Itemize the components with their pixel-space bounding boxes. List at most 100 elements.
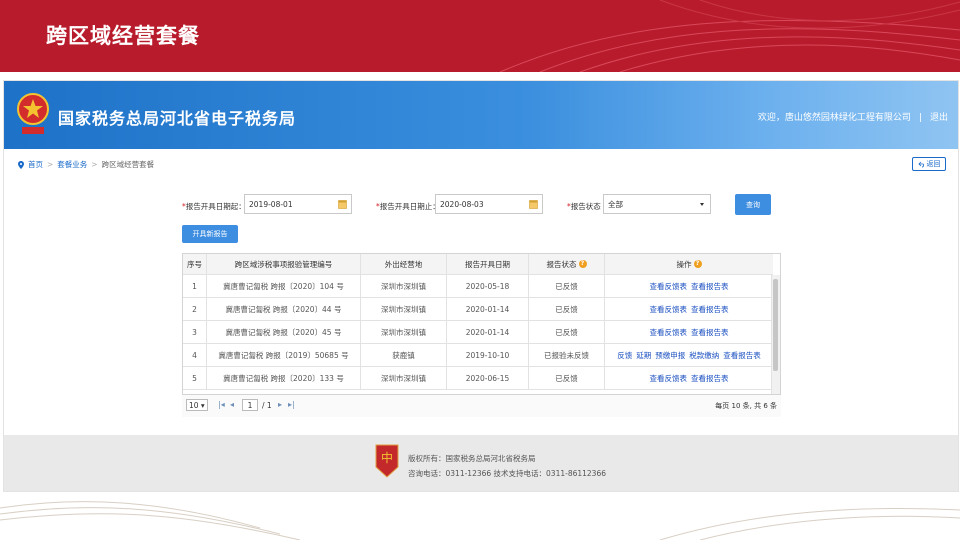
cell-status: 已反馈	[529, 321, 605, 343]
calendar-icon[interactable]	[338, 199, 347, 209]
feedback-link[interactable]: 反馈	[617, 350, 632, 361]
tax-payment-link[interactable]: 税款缴纳	[689, 350, 719, 361]
end-date-value: 2020-08-03	[440, 199, 484, 209]
cell-status: 已报验未反馈	[529, 344, 605, 366]
cell-date: 2020-01-14	[447, 298, 529, 320]
view-report-link[interactable]: 查看报告表	[691, 327, 729, 338]
query-button[interactable]: 查询	[735, 194, 771, 215]
view-feedback-link[interactable]: 查看反馈表	[650, 304, 688, 315]
cell-place: 深圳市深圳镇	[361, 298, 447, 320]
cell-status: 已反馈	[529, 275, 605, 297]
help-icon[interactable]: ?	[693, 260, 702, 268]
breadcrumb-package-business[interactable]: 套餐业务	[57, 159, 87, 170]
tax-emblem-icon	[17, 93, 49, 134]
view-feedback-link[interactable]: 查看反馈表	[650, 281, 688, 292]
report-table: 序号 跨区域涉税事项报验管理编号 外出经营地 报告开具日期 报告状态? 操作? …	[182, 253, 781, 416]
badge-logo-icon: 中	[375, 444, 399, 478]
first-page-icon[interactable]: |◂	[218, 400, 225, 409]
col-header-no: 序号	[183, 254, 207, 274]
new-report-button[interactable]: 开具新报告	[182, 225, 238, 243]
prepay-declare-link[interactable]: 预缴申报	[655, 350, 685, 361]
col-header-status: 报告状态?	[529, 254, 605, 274]
welcome-text: 欢迎，唐山悠然园林绿化工程有限公司	[757, 113, 911, 123]
welcome-separator: |	[918, 113, 922, 123]
scrollbar-thumb[interactable]	[773, 279, 778, 371]
view-report-link[interactable]: 查看报告表	[723, 350, 761, 361]
pagination-bar: 10 ▾ |◂ ◂ 1 / 1 ▸ ▸| 每页 10 条, 共 6 条	[182, 394, 781, 417]
cell-actions: 反馈 延期 预缴申报 税款缴纳 查看报告表	[605, 344, 773, 366]
site-title: 国家税务总局河北省电子税务局	[58, 109, 297, 128]
footer-text: 版权所有：国家税务总局河北省税务局 咨询电话：0311-12366 技术支持电话…	[408, 451, 606, 481]
table-row: 5 冀唐曹记匐税 跨报〔2020〕133 号 深圳市深圳镇 2020-06-15…	[183, 367, 773, 390]
footer-contact: 咨询电话：0311-12366 技术支持电话：0311-86112366	[408, 469, 607, 478]
cell-no: 2	[183, 298, 207, 320]
back-button[interactable]: 返回	[912, 157, 946, 171]
back-arrow-icon	[917, 161, 924, 167]
cell-place: 深圳市深圳镇	[361, 321, 447, 343]
slide-banner: 跨区域经营套餐	[0, 0, 960, 72]
view-feedback-link[interactable]: 查看反馈表	[650, 327, 688, 338]
cell-code: 冀唐曹记匐税 跨报〔2020〕45 号	[207, 321, 361, 343]
prev-page-icon[interactable]: ◂	[230, 400, 234, 409]
breadcrumb-current: 跨区域经营套餐	[101, 160, 155, 169]
breadcrumb-home[interactable]: 首页	[28, 159, 43, 170]
end-date-input[interactable]: 2020-08-03	[435, 194, 543, 214]
view-feedback-link[interactable]: 查看反馈表	[650, 373, 688, 384]
breadcrumb-separator: >	[47, 160, 54, 169]
help-icon[interactable]: ?	[578, 260, 587, 268]
end-date-label: *报告开具日期止：	[376, 202, 440, 211]
cell-place: 深圳市深圳镇	[361, 367, 447, 389]
col-header-actions: 操作?	[605, 254, 773, 274]
svg-text:中: 中	[381, 450, 393, 465]
tax-portal-screenshot: 国家税务总局河北省电子税务局 欢迎，唐山悠然园林绿化工程有限公司 | 退出 首页 >…	[3, 80, 959, 492]
calendar-icon[interactable]	[529, 199, 538, 209]
col-header-date: 报告开具日期	[447, 254, 529, 274]
cell-place: 深圳市深圳镇	[361, 275, 447, 297]
cell-place: 获鹿镇	[361, 344, 447, 366]
page-size-select[interactable]: 10 ▾	[186, 399, 208, 411]
cell-no: 4	[183, 344, 207, 366]
next-page-icon[interactable]: ▸	[278, 400, 282, 409]
slide-title: 跨区域经营套餐	[46, 24, 200, 48]
view-report-link[interactable]: 查看报告表	[691, 304, 729, 315]
table-row: 4 冀唐曹记匐税 跨报〔2019〕50685 号 获鹿镇 2019-10-10 …	[183, 344, 773, 367]
footer-copyright: 版权所有：国家税务总局河北省税务局	[408, 454, 536, 463]
cell-status: 已反馈	[529, 298, 605, 320]
status-label: *报告状态	[567, 202, 601, 211]
cell-code: 冀唐曹记匐税 跨报〔2019〕50685 号	[207, 344, 361, 366]
start-date-input[interactable]: 2019-08-01	[244, 194, 352, 214]
cell-actions: 查看反馈表 查看报告表	[605, 275, 773, 297]
cell-actions: 查看反馈表 查看报告表	[605, 321, 773, 343]
cell-date: 2019-10-10	[447, 344, 529, 366]
cell-date: 2020-05-18	[447, 275, 529, 297]
cell-no: 1	[183, 275, 207, 297]
bottom-curve-decoration	[0, 501, 960, 540]
last-page-icon[interactable]: ▸|	[288, 400, 295, 409]
user-welcome: 欢迎，唐山悠然园林绿化工程有限公司 | 退出	[758, 110, 948, 123]
start-date-label: *报告开具日期起：	[182, 202, 246, 211]
table-header-row: 序号 跨区域涉税事项报验管理编号 外出经营地 报告开具日期 报告状态? 操作?	[183, 254, 773, 275]
cell-actions: 查看反馈表 查看报告表	[605, 367, 773, 389]
col-header-code: 跨区域涉税事项报验管理编号	[207, 254, 361, 274]
view-report-link[interactable]: 查看报告表	[691, 373, 729, 384]
dropdown-caret-icon	[700, 203, 704, 206]
extend-link[interactable]: 延期	[636, 350, 651, 361]
portal-header: 国家税务总局河北省电子税务局 欢迎，唐山悠然园林绿化工程有限公司 | 退出	[4, 81, 958, 149]
back-label: 返回	[926, 160, 941, 168]
status-select-value: 全部	[608, 199, 623, 209]
start-date-value: 2019-08-01	[249, 199, 293, 209]
status-select[interactable]: 全部	[603, 194, 711, 214]
col-header-place: 外出经营地	[361, 254, 447, 274]
table-row: 2 冀唐曹记匐税 跨报〔2020〕44 号 深圳市深圳镇 2020-01-14 …	[183, 298, 773, 321]
logout-link[interactable]: 退出	[930, 113, 948, 123]
banner-swirl-decoration	[500, 0, 960, 72]
cell-actions: 查看反馈表 查看报告表	[605, 298, 773, 320]
table-row: 1 冀唐曹记匐税 跨报〔2020〕104 号 深圳市深圳镇 2020-05-18…	[183, 275, 773, 298]
view-report-link[interactable]: 查看报告表	[691, 281, 729, 292]
page-number-input[interactable]: 1	[242, 399, 258, 411]
breadcrumb: 首页 > 套餐业务 > 跨区域经营套餐	[18, 159, 154, 170]
breadcrumb-separator: >	[91, 160, 98, 169]
cell-code: 冀唐曹记匐税 跨报〔2020〕133 号	[207, 367, 361, 389]
cell-date: 2020-06-15	[447, 367, 529, 389]
cell-date: 2020-01-14	[447, 321, 529, 343]
